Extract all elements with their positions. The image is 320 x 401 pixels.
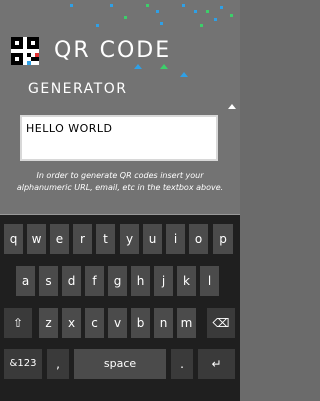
key-s[interactable]: s — [39, 266, 58, 296]
key-m[interactable]: m — [177, 308, 196, 338]
enter-key[interactable]: ↵ — [198, 349, 235, 379]
period-key[interactable]: . — [171, 349, 193, 379]
key-k[interactable]: k — [177, 266, 196, 296]
enter-icon: ↵ — [211, 357, 222, 371]
app-subtitle: GENERATOR — [28, 81, 128, 97]
backspace-key[interactable]: ⌫ — [207, 308, 235, 338]
on-screen-keyboard: q w e r t y u i o p a s d f g h j k l ⇧ … — [0, 214, 240, 401]
key-a[interactable]: a — [16, 266, 35, 296]
key-j[interactable]: j — [154, 266, 173, 296]
key-q[interactable]: q — [4, 224, 23, 254]
qr-text-value: HELLO WORLD — [26, 122, 113, 135]
key-t[interactable]: t — [96, 224, 115, 254]
key-v[interactable]: v — [108, 308, 127, 338]
key-y[interactable]: y — [120, 224, 139, 254]
app-title: QR CODE — [54, 38, 172, 63]
backspace-icon: ⌫ — [212, 316, 230, 330]
key-e[interactable]: e — [50, 224, 69, 254]
app-screen: QR CODE GENERATOR HELLO WORLD In order t… — [0, 0, 240, 234]
key-r[interactable]: r — [73, 224, 92, 254]
key-g[interactable]: g — [108, 266, 127, 296]
key-c[interactable]: c — [85, 308, 104, 338]
symbols-key[interactable]: &123 — [4, 349, 42, 379]
key-b[interactable]: b — [131, 308, 150, 338]
shift-icon: ⇧ — [12, 316, 24, 330]
key-h[interactable]: h — [131, 266, 150, 296]
key-u[interactable]: u — [143, 224, 162, 254]
qr-code-icon — [11, 37, 39, 65]
key-z[interactable]: z — [39, 308, 58, 338]
key-n[interactable]: n — [154, 308, 173, 338]
key-l[interactable]: l — [200, 266, 219, 296]
key-d[interactable]: d — [62, 266, 81, 296]
shift-key[interactable]: ⇧ — [4, 308, 32, 338]
key-w[interactable]: w — [27, 224, 46, 254]
instructions-text: In order to generate QR codes insert you… — [16, 171, 224, 192]
key-o[interactable]: o — [189, 224, 208, 254]
key-i[interactable]: i — [166, 224, 185, 254]
key-p[interactable]: p — [213, 224, 233, 254]
qr-text-input[interactable]: HELLO WORLD — [20, 115, 218, 161]
space-key[interactable]: space — [74, 349, 166, 379]
key-f[interactable]: f — [85, 266, 104, 296]
comma-key[interactable]: , — [47, 349, 69, 379]
key-x[interactable]: x — [62, 308, 81, 338]
